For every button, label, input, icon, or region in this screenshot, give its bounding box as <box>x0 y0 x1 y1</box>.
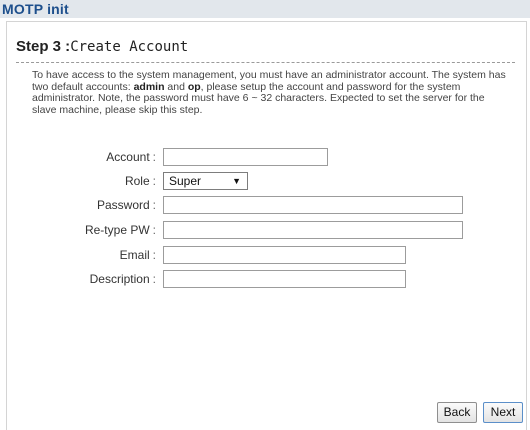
role-selected-value: Super <box>169 174 202 188</box>
role-label: Role: <box>124 174 156 188</box>
app-title: MOTP init <box>2 1 69 17</box>
account-input[interactable] <box>163 148 328 166</box>
password-label: Password: <box>96 198 156 212</box>
retype-password-input[interactable] <box>163 221 463 239</box>
description-input[interactable] <box>163 270 406 288</box>
description-label: Description: <box>89 272 156 286</box>
intro-text: To have access to the system management,… <box>32 69 512 116</box>
step-title: Create Account <box>70 39 189 55</box>
intro-and: and <box>164 80 188 93</box>
dropdown-arrow-icon: ▼ <box>232 176 241 186</box>
step-heading: Step 3 :Create Account <box>16 38 188 56</box>
back-button[interactable]: Back <box>437 402 477 423</box>
password-input[interactable] <box>163 196 463 214</box>
title-bar: MOTP init <box>0 0 530 18</box>
divider <box>16 62 515 63</box>
retype-label: Re-type PW: <box>84 223 156 237</box>
intro-op: op <box>187 80 201 93</box>
account-label: Account: <box>106 150 156 164</box>
role-select[interactable]: Super ▼ <box>163 172 248 190</box>
next-button[interactable]: Next <box>483 402 523 423</box>
email-label: Email: <box>119 248 156 262</box>
step-number: Step 3 : <box>16 38 71 55</box>
intro-admin: admin <box>133 80 165 93</box>
email-input[interactable] <box>163 246 406 264</box>
